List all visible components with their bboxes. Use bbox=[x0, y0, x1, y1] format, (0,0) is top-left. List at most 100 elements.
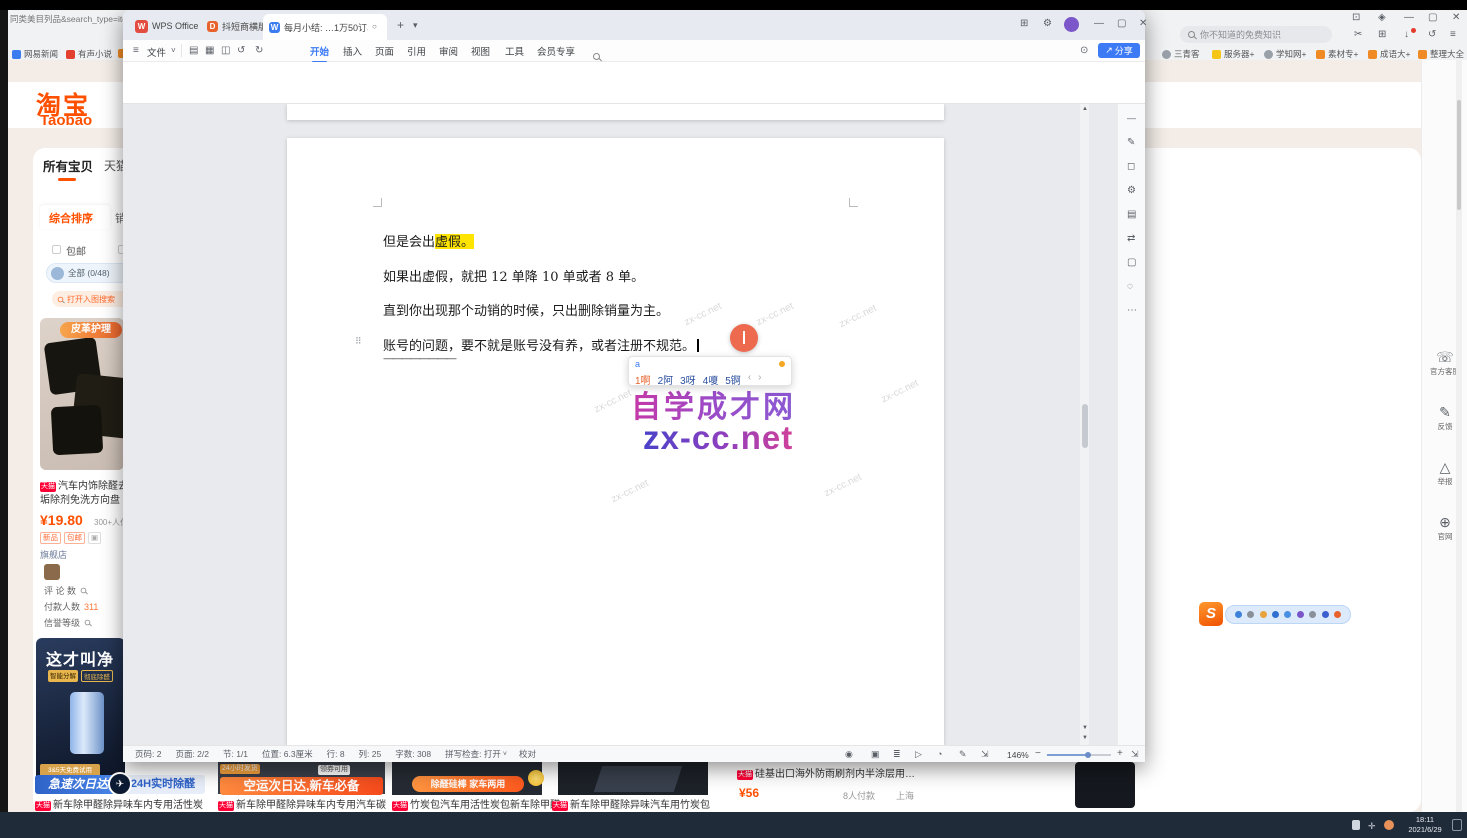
browser-close-button[interactable]: ✕ bbox=[1452, 13, 1460, 23]
bookmark-item[interactable]: 成语大+ bbox=[1368, 48, 1410, 60]
status-proofread[interactable]: 校对 bbox=[519, 748, 536, 760]
undo-icon[interactable]: ↺ bbox=[237, 46, 245, 56]
tab-all-items[interactable]: 所有宝贝 bbox=[43, 156, 93, 175]
product-image[interactable]: 皮革护理 bbox=[40, 318, 124, 470]
zoom-slider[interactable] bbox=[1047, 754, 1111, 756]
print-icon[interactable]: ▦ bbox=[205, 46, 214, 56]
seller-filter-pill[interactable]: 全部 (0/48) bbox=[46, 263, 134, 283]
web-view-icon[interactable]: ◔ bbox=[937, 750, 942, 759]
browser-maximize-button[interactable]: ▢ bbox=[1428, 13, 1437, 23]
product-title[interactable]: 天猫新车除甲醛除异味汽车用竹炭包 bbox=[552, 799, 710, 812]
tab-home[interactable]: 开始 bbox=[310, 44, 329, 58]
new-tab-button[interactable]: + bbox=[397, 19, 404, 31]
page-2[interactable] bbox=[287, 138, 944, 745]
ime-candidate[interactable]: 5锕 bbox=[725, 372, 741, 387]
eye-protect-icon[interactable]: ◉ bbox=[845, 750, 853, 759]
tool-icon[interactable] bbox=[1247, 611, 1254, 618]
ime-candidate[interactable]: 2阿 bbox=[658, 372, 674, 387]
download-icon[interactable]: ↓ bbox=[1404, 30, 1409, 40]
page-view-icon[interactable]: ▣ bbox=[871, 750, 880, 759]
wps-maximize-button[interactable]: ▢ bbox=[1117, 19, 1126, 29]
account-avatar[interactable] bbox=[1064, 17, 1079, 32]
tray-app-icon[interactable] bbox=[1384, 820, 1394, 830]
free-shipping-checkbox[interactable] bbox=[52, 245, 61, 254]
tray-arrow-icon[interactable]: ✛ bbox=[1368, 821, 1376, 832]
ribbon-search-icon[interactable] bbox=[593, 53, 600, 60]
tool-icon[interactable] bbox=[1334, 611, 1341, 618]
tool-icon[interactable] bbox=[1322, 611, 1329, 618]
paragraph-3[interactable]: 直到你出现那个动销的时候，只出删除销量为主。 bbox=[383, 300, 669, 319]
ime-candidates[interactable]: 1啊 2阿 3呀 4嗄 5锕 ‹ › bbox=[635, 372, 762, 387]
ime-settings-dot[interactable] bbox=[779, 361, 785, 367]
tab-member[interactable]: 会员专享 bbox=[537, 44, 575, 58]
tab-view[interactable]: 视图 bbox=[471, 44, 490, 58]
play-view-icon[interactable]: ▷ bbox=[915, 750, 922, 759]
tool-icon[interactable] bbox=[1309, 611, 1316, 618]
file-menu[interactable]: 文件 bbox=[147, 45, 166, 59]
paragraph-2[interactable]: 如果出虚假，就把 12 单降 10 单或者 8 单。 bbox=[383, 266, 644, 285]
clip-tool-icon[interactable]: ✂ bbox=[1354, 30, 1362, 40]
ime-candidate[interactable]: 4嗄 bbox=[703, 372, 719, 387]
capture-toolbar-buttons[interactable] bbox=[1225, 605, 1351, 624]
paragraph-1[interactable]: 但是会出虚假。 bbox=[383, 231, 474, 250]
image-tool-icon[interactable]: ▤ bbox=[1127, 210, 1136, 220]
capture-app-logo[interactable]: S bbox=[1199, 602, 1223, 626]
wps-home-tab[interactable]: W WPS Office bbox=[129, 15, 204, 37]
listing-title[interactable]: 天猫硅基出口海外防雨刷剂内半涂层用… bbox=[737, 768, 915, 781]
wps-minimize-button[interactable]: — bbox=[1094, 19, 1104, 29]
wps-active-doc-tab[interactable]: W 每月小结: …1万50订单 ○ bbox=[263, 14, 387, 40]
history-undo-icon[interactable]: ↺ bbox=[1428, 30, 1436, 40]
hamburger-icon[interactable]: ≡ bbox=[133, 46, 139, 56]
scrollbar-thumb[interactable] bbox=[1457, 100, 1461, 210]
zoom-out-icon[interactable]: − bbox=[1035, 749, 1041, 759]
options-gear-icon[interactable]: ⚙ bbox=[1127, 186, 1136, 196]
bookmark-item[interactable]: 学知网+ bbox=[1264, 48, 1306, 60]
image-search-pill[interactable]: 打开入图搜索 bbox=[52, 291, 130, 307]
notify-icon[interactable]: ⊙ bbox=[1080, 46, 1088, 56]
browser-menu-icon[interactable]: ≡ bbox=[1450, 30, 1456, 40]
clock[interactable]: 18:11 2021/6/29 bbox=[1402, 815, 1448, 835]
product-image[interactable] bbox=[558, 762, 708, 795]
scrollbar-thumb[interactable] bbox=[1082, 404, 1088, 448]
capture-toolbar[interactable]: S bbox=[1199, 602, 1351, 626]
tray-mic-icon[interactable] bbox=[1352, 820, 1360, 830]
extension-icon[interactable]: ⊡ bbox=[1352, 13, 1360, 23]
zoom-slider-thumb[interactable] bbox=[1085, 752, 1091, 758]
product-image[interactable]: 这才叫净 智能分解 彻底除醛 3&5天免费试用 bbox=[36, 638, 125, 783]
ime-next-icon[interactable]: › bbox=[758, 372, 761, 387]
status-word-count[interactable]: 字数: 308 bbox=[395, 748, 431, 760]
switch-view-icon[interactable]: ⇄ bbox=[1127, 234, 1135, 244]
fullscreen-icon[interactable]: ⇲ bbox=[1131, 750, 1139, 759]
ime-candidate[interactable]: 3呀 bbox=[680, 372, 696, 387]
wps-close-button[interactable]: ✕ bbox=[1139, 19, 1147, 29]
layout-grid-icon[interactable]: ⊞ bbox=[1020, 19, 1028, 29]
paragraph-drag-handle[interactable]: ⠿ bbox=[355, 337, 362, 346]
search-icon[interactable] bbox=[85, 620, 91, 626]
preview-icon[interactable]: ◫ bbox=[221, 46, 230, 56]
bookmark-item[interactable]: 素材专+ bbox=[1316, 48, 1358, 60]
tool-icon[interactable] bbox=[1284, 611, 1291, 618]
product-title[interactable]: 天猫竹炭包汽车用活性炭包新车除甲醛 bbox=[392, 799, 560, 812]
more-tools-icon[interactable]: ⋯ bbox=[1127, 306, 1137, 316]
bookmark-item[interactable]: 整理大全 bbox=[1418, 48, 1464, 60]
tab-tools[interactable]: 工具 bbox=[505, 44, 524, 58]
bookmark-item[interactable]: 网易新闻 bbox=[12, 48, 58, 60]
edit-mode-icon[interactable]: ✎ bbox=[959, 750, 967, 759]
tab-review[interactable]: 审阅 bbox=[439, 44, 458, 58]
ink-pen-icon[interactable]: ✎ bbox=[1127, 138, 1135, 148]
save-icon[interactable]: ▤ bbox=[189, 46, 198, 56]
document-area[interactable]: 但是会出虚假。 如果出虚假，就把 12 单降 10 单或者 8 单。 直到你出现… bbox=[123, 104, 1117, 745]
product-title[interactable]: 天猫新车除甲醛除异味车内专用汽车碳 bbox=[218, 799, 386, 812]
redo-icon[interactable]: ↻ bbox=[255, 46, 263, 56]
ime-prev-icon[interactable]: ‹ bbox=[748, 372, 751, 387]
settings-gear-icon[interactable]: ⚙ bbox=[1043, 19, 1052, 29]
scroll-up-icon[interactable]: ▲ bbox=[1082, 106, 1088, 112]
outline-view-icon[interactable]: ≣ bbox=[893, 750, 901, 759]
tab-list-chevron[interactable]: ▾ bbox=[413, 21, 418, 30]
tab-insert[interactable]: 插入 bbox=[343, 44, 362, 58]
tool-icon[interactable] bbox=[1297, 611, 1304, 618]
scroll-down-icon[interactable]: ▼ bbox=[1082, 725, 1088, 731]
tool-icon[interactable] bbox=[1260, 611, 1267, 618]
document-scrollbar[interactable]: ▲ ▼ ▼ bbox=[1080, 104, 1089, 745]
notification-center-icon[interactable] bbox=[1452, 819, 1462, 831]
